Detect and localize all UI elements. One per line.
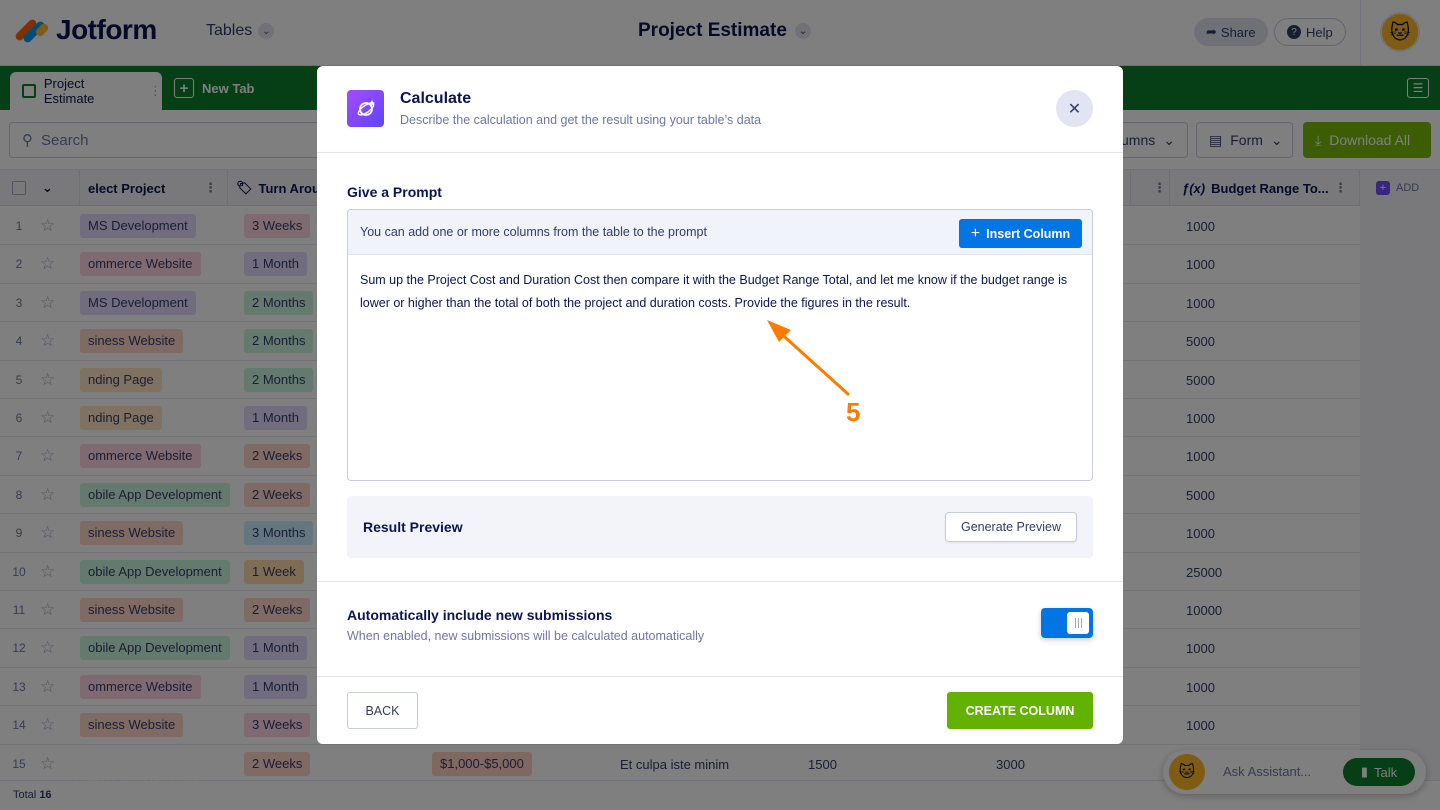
- result-preview-title: Result Preview: [363, 519, 463, 535]
- divider: [317, 581, 1123, 582]
- calculate-icon: [347, 90, 384, 127]
- generate-preview-button[interactable]: Generate Preview: [945, 512, 1077, 542]
- insert-column-label: Insert Column: [986, 226, 1071, 241]
- annotation-arrow-icon: [767, 320, 850, 396]
- close-icon: ✕: [1067, 100, 1082, 118]
- create-column-button[interactable]: CREATE COLUMN: [947, 692, 1093, 729]
- calculate-modal: Calculate Describe the calculation and g…: [317, 66, 1123, 744]
- auto-include-title: Automatically include new submissions: [347, 607, 613, 623]
- prompt-hint-bar: You can add one or more columns from the…: [348, 210, 1092, 255]
- prompt-textarea[interactable]: Sum up the Project Cost and Duration Cos…: [360, 269, 1082, 315]
- plus-icon: +: [970, 224, 981, 242]
- close-button[interactable]: ✕: [1056, 90, 1093, 127]
- divider: [317, 676, 1123, 677]
- auto-include-description: When enabled, new submissions will be ca…: [347, 629, 705, 643]
- annotation-step-number: 5: [846, 397, 861, 427]
- prompt-box: You can add one or more columns from the…: [347, 209, 1093, 481]
- ai-sparkle-icon: [357, 99, 375, 116]
- modal-header: Calculate Describe the calculation and g…: [317, 66, 1123, 153]
- modal-subtitle: Describe the calculation and get the res…: [400, 113, 762, 127]
- insert-column-button[interactable]: + Insert Column: [959, 219, 1082, 248]
- auto-include-toggle[interactable]: [1041, 608, 1093, 638]
- prompt-label: Give a Prompt: [347, 184, 442, 200]
- prompt-hint: You can add one or more columns from the…: [360, 225, 707, 239]
- back-button[interactable]: BACK: [347, 692, 418, 729]
- modal-title: Calculate: [400, 90, 472, 107]
- toggle-knob: [1067, 612, 1089, 634]
- result-preview-section: Result Preview Generate Preview: [347, 496, 1093, 558]
